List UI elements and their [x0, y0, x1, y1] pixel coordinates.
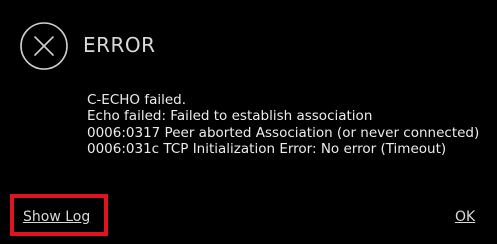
message-line: Echo failed: Failed to establish associa… — [87, 108, 373, 125]
dialog-title: ERROR — [83, 33, 156, 57]
error-dialog: ERROR C-ECHO failed. Echo failed: Failed… — [0, 0, 497, 244]
message-line: C-ECHO failed. — [87, 92, 187, 108]
close-circle-icon — [19, 21, 69, 71]
show-log-link[interactable]: Show Log — [23, 208, 90, 226]
message-line: 0006:031c TCP Initialization Error: No e… — [87, 140, 447, 157]
message-line: 0006:0317 Peer aborted Association (or n… — [87, 124, 480, 141]
ok-button[interactable]: OK — [455, 208, 475, 226]
error-message: C-ECHO failed. Echo failed: Failed to es… — [87, 92, 487, 157]
